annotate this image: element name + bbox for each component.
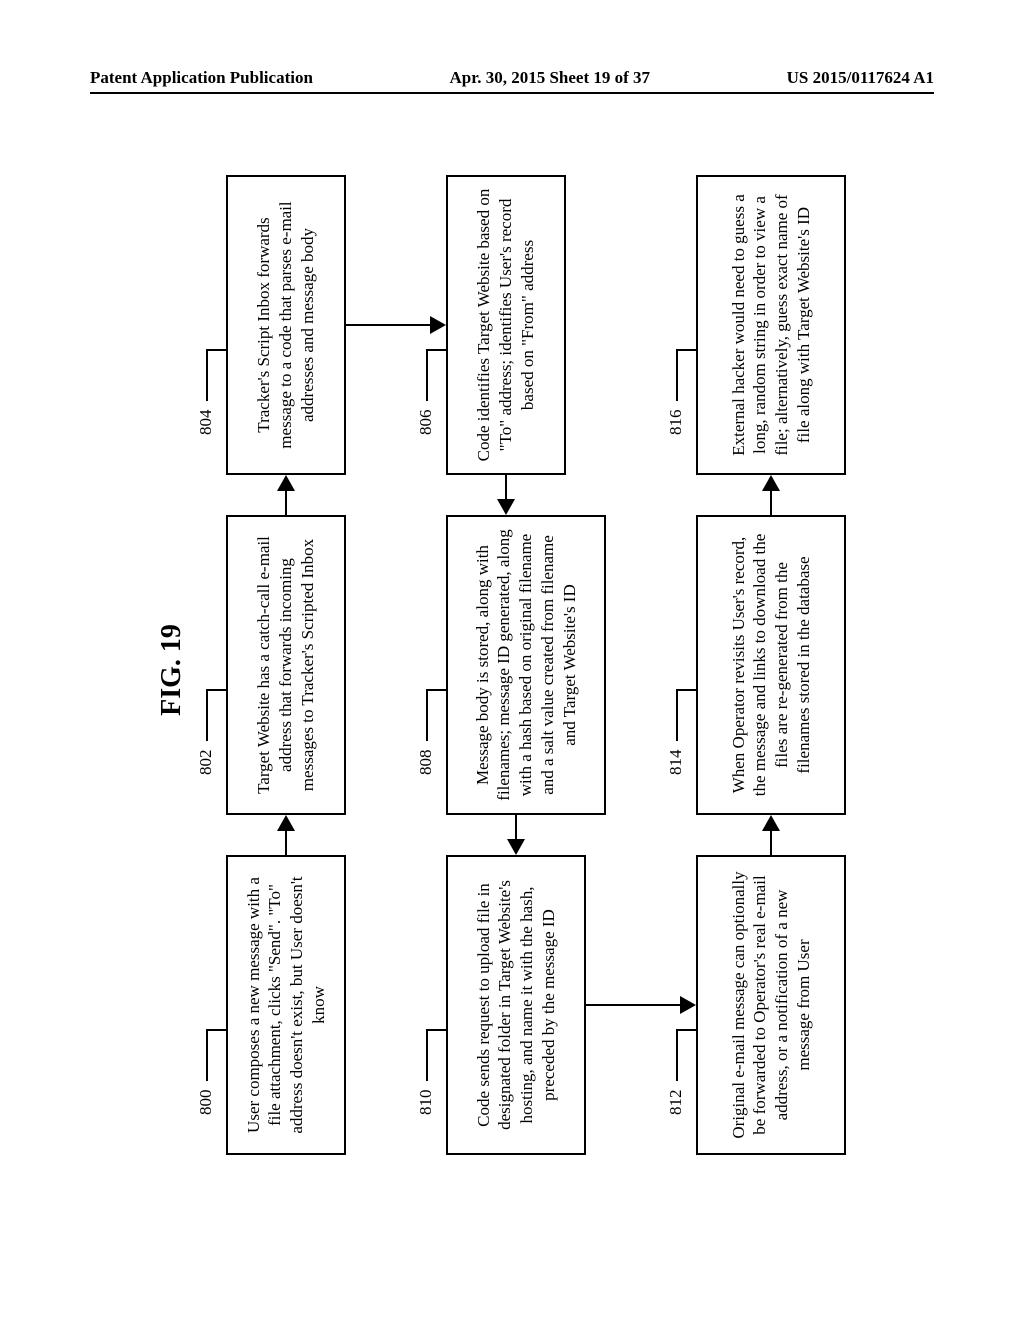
box-816-text: External hacker would need to guess a lo… — [728, 187, 815, 463]
arrow-810-812-head — [680, 996, 696, 1014]
box-800: User composes a new message with a file … — [226, 855, 346, 1155]
leader-808 — [426, 691, 428, 741]
arrow-812-814-head — [762, 815, 780, 831]
ref-812: 812 — [666, 1090, 686, 1116]
leader-814 — [676, 691, 678, 741]
box-804-text: Tracker's Script Inbox forwards message … — [253, 187, 318, 463]
leader-810 — [426, 1031, 428, 1081]
ref-804: 804 — [196, 410, 216, 436]
ref-816: 816 — [666, 410, 686, 436]
arrow-802-804-head — [277, 475, 295, 491]
header-right: US 2015/0117624 A1 — [787, 68, 934, 88]
box-804: Tracker's Script Inbox forwards message … — [226, 175, 346, 475]
box-802: Target Website has a catch-call e-mail a… — [226, 515, 346, 815]
arrow-810-812 — [586, 1004, 680, 1006]
header-left: Patent Application Publication — [90, 68, 313, 88]
arrow-814-816 — [770, 491, 772, 515]
arrow-808-810-head — [507, 839, 525, 855]
figure-title: FIG. 19 — [156, 165, 188, 1175]
arrow-812-814 — [770, 831, 772, 855]
arrow-806-808 — [505, 475, 507, 499]
leader-802v — [206, 689, 226, 691]
arrow-800-802 — [285, 831, 287, 855]
leader-810v — [426, 1029, 446, 1031]
page-header: Patent Application Publication Apr. 30, … — [0, 68, 1024, 88]
leader-816 — [676, 351, 678, 401]
ref-800: 800 — [196, 1090, 216, 1116]
box-808-text: Message body is stored, along with filen… — [472, 527, 581, 803]
box-816: External hacker would need to guess a lo… — [696, 175, 846, 475]
page: Patent Application Publication Apr. 30, … — [0, 0, 1024, 1320]
leader-806 — [426, 351, 428, 401]
box-810-text: Code sends request to upload file in des… — [473, 867, 560, 1143]
box-814-text: When Operator revisits User's record, th… — [728, 527, 815, 803]
box-806-text: Code identifies Target Website based on … — [473, 187, 538, 463]
leader-816v — [676, 349, 696, 351]
leader-802 — [206, 691, 208, 741]
leader-812 — [676, 1031, 678, 1081]
leader-800 — [206, 1031, 208, 1081]
leader-800v — [206, 1029, 226, 1031]
header-rule — [90, 92, 934, 94]
box-812: Original e-mail message can optionally b… — [696, 855, 846, 1155]
ref-806: 806 — [416, 410, 436, 436]
leader-804v — [206, 349, 226, 351]
header-center: Apr. 30, 2015 Sheet 19 of 37 — [450, 68, 651, 88]
box-800-text: User composes a new message with a file … — [243, 867, 330, 1143]
box-810: Code sends request to upload file in des… — [446, 855, 586, 1155]
leader-812v — [676, 1029, 696, 1031]
ref-802: 802 — [196, 750, 216, 776]
leader-808v — [426, 689, 446, 691]
arrow-814-816-head — [762, 475, 780, 491]
ref-808: 808 — [416, 750, 436, 776]
ref-814: 814 — [666, 750, 686, 776]
arrow-802-804 — [285, 491, 287, 515]
box-806: Code identifies Target Website based on … — [446, 175, 566, 475]
box-814: When Operator revisits User's record, th… — [696, 515, 846, 815]
arrow-804-806-head — [430, 316, 446, 334]
leader-814v — [676, 689, 696, 691]
arrow-804-806 — [346, 324, 430, 326]
figure-19: FIG. 19 User composes a new message with… — [156, 165, 876, 1175]
box-808: Message body is stored, along with filen… — [446, 515, 606, 815]
leader-804 — [206, 351, 208, 401]
arrow-806-808-head — [497, 499, 515, 515]
arrow-808-810 — [515, 815, 517, 839]
box-812-text: Original e-mail message can optionally b… — [728, 867, 815, 1143]
ref-810: 810 — [416, 1090, 436, 1116]
arrow-800-802-head — [277, 815, 295, 831]
box-802-text: Target Website has a catch-call e-mail a… — [253, 527, 318, 803]
leader-806v — [426, 349, 446, 351]
